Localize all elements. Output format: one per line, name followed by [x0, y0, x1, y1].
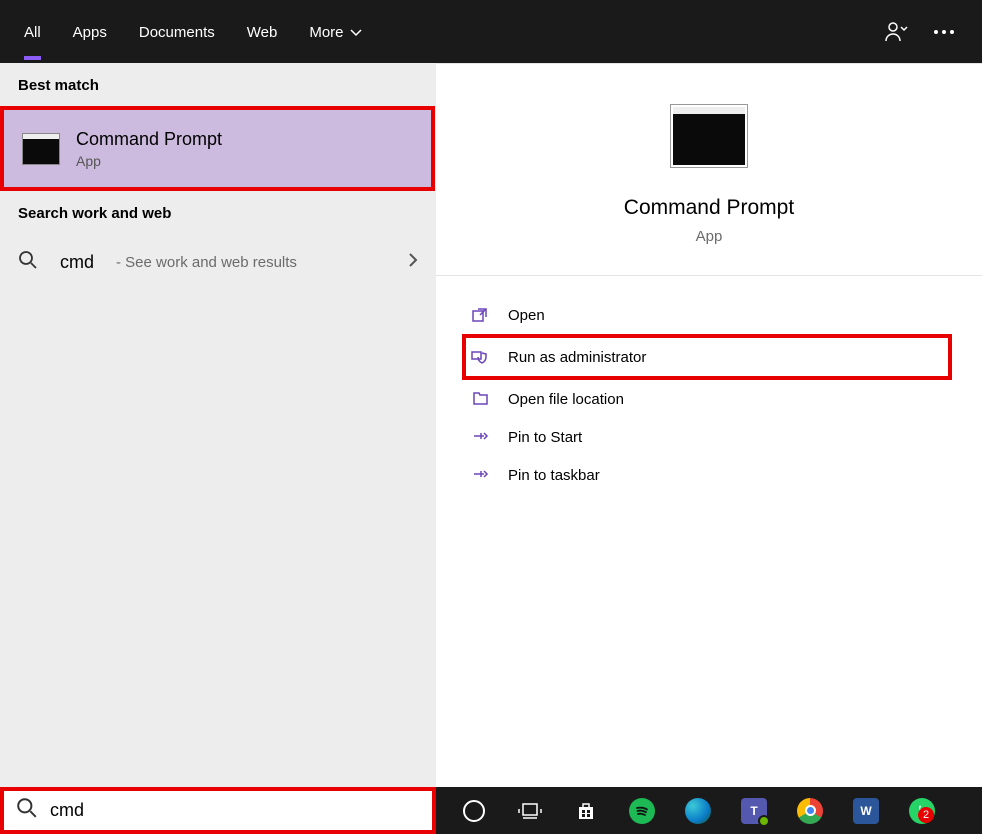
action-open[interactable]: Open	[436, 296, 982, 334]
best-match-label: Best match	[0, 63, 436, 106]
chrome-icon[interactable]	[796, 797, 824, 825]
suggest-query: cmd	[60, 252, 94, 273]
highlight-run-admin: Run as administrator	[462, 334, 952, 380]
search-icon	[18, 250, 38, 275]
tab-more[interactable]: More	[293, 4, 377, 60]
search-icon	[16, 797, 38, 824]
tab-web[interactable]: Web	[231, 4, 294, 60]
web-suggestion[interactable]: cmd - See work and web results	[0, 234, 436, 291]
whatsapp-icon[interactable]: 2	[908, 797, 936, 825]
tab-all[interactable]: All	[8, 4, 57, 60]
command-prompt-icon	[22, 133, 60, 165]
preview-title: Command Prompt	[624, 196, 794, 220]
action-pin-taskbar[interactable]: Pin to taskbar	[436, 456, 982, 494]
action-pin-start[interactable]: Pin to Start	[436, 418, 982, 456]
action-label: Open file location	[508, 391, 624, 408]
pin-icon	[470, 428, 490, 446]
search-work-web-label: Search work and web	[0, 191, 436, 234]
tab-documents[interactable]: Documents	[123, 4, 231, 60]
main-area: Best match Command Prompt App Search wor…	[0, 63, 982, 787]
result-title: Command Prompt	[76, 129, 222, 150]
taskbar: T W 2	[436, 787, 982, 834]
pin-icon	[470, 466, 490, 484]
search-box[interactable]	[0, 787, 436, 834]
action-label: Run as administrator	[508, 349, 646, 366]
action-label: Pin to taskbar	[508, 467, 600, 484]
open-icon	[470, 306, 490, 324]
topbar: All Apps Documents Web More	[0, 0, 982, 63]
tab-apps[interactable]: Apps	[57, 4, 123, 60]
action-open-location[interactable]: Open file location	[436, 380, 982, 418]
best-match-text: Command Prompt App	[76, 129, 222, 169]
shield-icon	[470, 348, 490, 366]
edge-icon[interactable]	[684, 797, 712, 825]
preview-subtitle: App	[696, 228, 723, 245]
word-icon[interactable]: W	[852, 797, 880, 825]
preview-app-icon	[670, 104, 748, 168]
action-run-admin[interactable]: Run as administrator	[466, 338, 948, 376]
ellipsis-icon[interactable]	[934, 30, 954, 34]
tab-more-label: More	[309, 24, 343, 41]
notification-badge: 2	[918, 807, 934, 823]
folder-icon	[470, 390, 490, 408]
teams-icon[interactable]: T	[740, 797, 768, 825]
account-icon[interactable]	[884, 21, 908, 43]
chevron-down-icon	[350, 24, 362, 41]
filter-tabs: All Apps Documents Web More	[8, 4, 378, 60]
search-input[interactable]	[50, 791, 420, 830]
action-label: Pin to Start	[508, 429, 582, 446]
task-view-icon[interactable]	[516, 797, 544, 825]
result-subtitle: App	[76, 153, 222, 169]
cortana-icon[interactable]	[460, 797, 488, 825]
chevron-right-icon	[408, 252, 418, 273]
spotify-icon[interactable]	[628, 797, 656, 825]
store-icon[interactable]	[572, 797, 600, 825]
bottom-bar: T W 2	[0, 787, 982, 834]
topbar-right	[884, 21, 974, 43]
results-panel: Best match Command Prompt App Search wor…	[0, 63, 436, 787]
actions-list: Open Run as administrator Open file loca…	[436, 276, 982, 514]
preview-panel: Command Prompt App Open Run as administr…	[436, 63, 982, 787]
preview-header: Command Prompt App	[436, 64, 982, 276]
suggest-hint: - See work and web results	[116, 254, 297, 271]
best-match-result[interactable]: Command Prompt App	[0, 106, 435, 191]
action-label: Open	[508, 307, 545, 324]
